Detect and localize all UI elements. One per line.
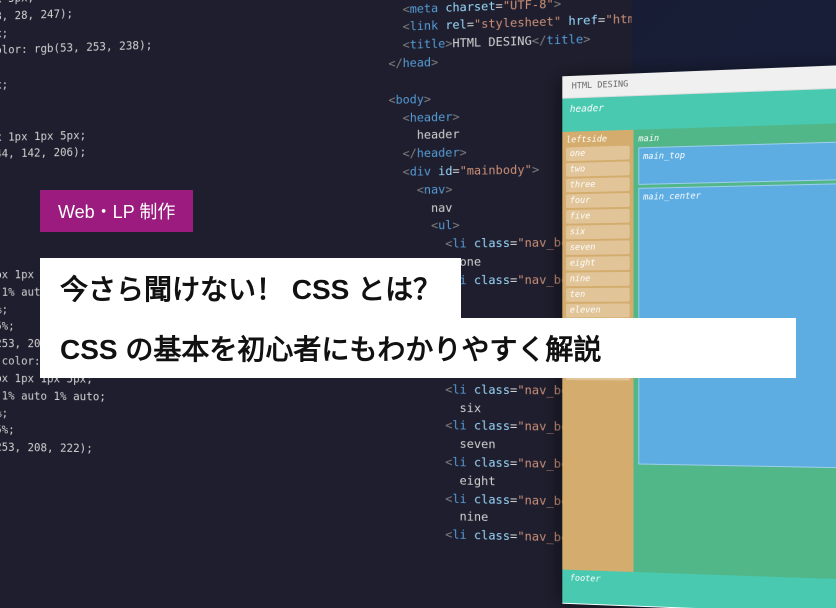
nav-item[interactable]: five bbox=[566, 209, 630, 224]
article-title-line-2: CSS の基本を初心者にもわかりやすく解説 bbox=[60, 328, 776, 368]
preview-main-top: main_top bbox=[638, 142, 836, 185]
nav-item[interactable]: nine bbox=[566, 272, 630, 286]
article-title-line-1: 今さら聞けない！ CSS とは？ bbox=[60, 268, 441, 308]
leftside-label: leftside bbox=[566, 134, 630, 146]
nav-item[interactable]: three bbox=[566, 177, 630, 192]
nav-item[interactable]: four bbox=[566, 193, 630, 208]
article-title-box-2: CSS の基本を初心者にもわかりやすく解説 bbox=[40, 318, 796, 378]
nav-item[interactable]: six bbox=[566, 225, 630, 240]
article-title-box-1: 今さら聞けない！ CSS とは？ bbox=[40, 258, 461, 318]
nav-item[interactable]: one bbox=[566, 146, 630, 162]
nav-item[interactable]: ten bbox=[566, 288, 630, 302]
nav-item[interactable]: eleven bbox=[566, 303, 630, 317]
screen: : 1px 1px 5px;r: rgb(28, 28, 247);ft: 12… bbox=[0, 0, 836, 608]
category-badge: Web・LP 制作 bbox=[40, 190, 193, 232]
nav-item[interactable]: two bbox=[566, 161, 630, 176]
nav-item[interactable]: eight bbox=[566, 256, 630, 270]
nav-item[interactable]: seven bbox=[566, 240, 630, 255]
